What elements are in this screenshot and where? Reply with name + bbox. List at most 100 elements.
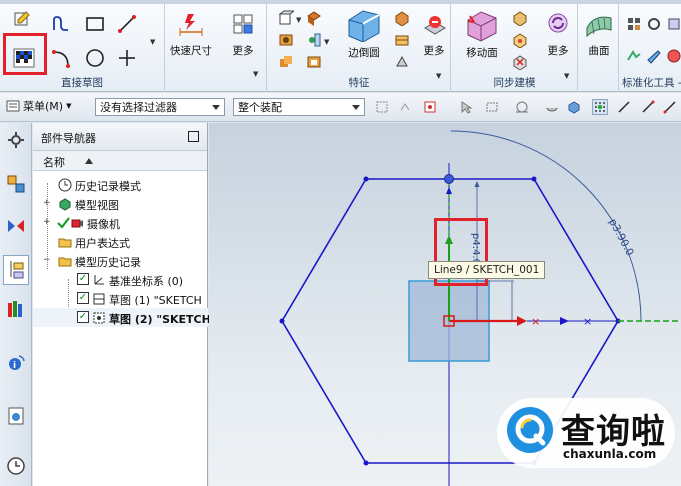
navigator-title: 部件导航器 bbox=[41, 132, 96, 145]
finish-sketch-highlight bbox=[3, 33, 47, 75]
snap-point-icon[interactable] bbox=[422, 99, 438, 115]
trim-body-icon[interactable] bbox=[392, 52, 412, 72]
assembly-navigator-icon[interactable] bbox=[5, 173, 27, 195]
more-feature-icon bbox=[419, 10, 449, 40]
surface-icon bbox=[584, 10, 614, 40]
assembly-scope-select[interactable]: 整个装配 bbox=[233, 98, 365, 116]
ribbon-group-standard: 标准化工具 - bbox=[620, 4, 681, 92]
standard-tool-1-icon[interactable] bbox=[624, 14, 644, 34]
dimension-diameter[interactable]: p3:90.0 bbox=[606, 217, 635, 258]
offset-region-icon[interactable] bbox=[510, 30, 530, 50]
history-clock-icon[interactable] bbox=[5, 455, 27, 477]
chamfer-icon[interactable] bbox=[392, 8, 412, 28]
reuse-library-icon[interactable] bbox=[5, 298, 27, 320]
standard-tool-4-icon[interactable] bbox=[624, 46, 644, 66]
maximize-icon[interactable] bbox=[188, 131, 199, 142]
web-browser-icon[interactable] bbox=[5, 405, 27, 427]
part-navigator-icon[interactable] bbox=[3, 255, 29, 285]
view-orient-icon[interactable] bbox=[544, 99, 560, 115]
pointer-icon[interactable] bbox=[458, 99, 474, 115]
edge-blend-icon bbox=[345, 8, 383, 42]
selected-line-end[interactable] bbox=[444, 174, 454, 184]
more-feature-button[interactable]: 更多 bbox=[412, 10, 456, 58]
menu-chevron-down-icon: ▼ bbox=[66, 102, 72, 110]
tree-item-datum-csys[interactable]: ✓ 基准坐标系 (0) bbox=[33, 270, 208, 289]
visibility-checkbox[interactable]: ✓ bbox=[77, 273, 89, 285]
folder-open-icon bbox=[57, 253, 72, 268]
more-grid-icon bbox=[228, 10, 258, 40]
selection-filter-select[interactable]: 没有选择过滤器 bbox=[95, 98, 225, 116]
surface-button[interactable]: 曲面 bbox=[577, 10, 621, 58]
x-axis-arrow bbox=[517, 316, 527, 326]
extrude-icon[interactable] bbox=[276, 8, 296, 28]
hole-icon[interactable] bbox=[276, 30, 296, 50]
collapse-minus-icon[interactable]: − bbox=[43, 255, 51, 265]
expand-plus-icon[interactable]: + bbox=[43, 198, 51, 208]
unite-icon[interactable] bbox=[276, 52, 296, 72]
more-sketch-down-icon[interactable]: ▼ bbox=[253, 70, 258, 78]
edge-blend-button[interactable]: 边倒圆 bbox=[342, 8, 386, 60]
snap-endpoint-icon[interactable] bbox=[662, 99, 678, 115]
group-label-sketch: 直接草图 bbox=[61, 77, 103, 89]
tree-item-sketch-2[interactable]: ✓ 草图 (2) "SKETCH bbox=[33, 308, 211, 327]
tree-item-model-views[interactable]: + 模型视图 bbox=[33, 194, 208, 213]
draft-icon[interactable] bbox=[392, 30, 412, 50]
expand-plus-icon[interactable]: + bbox=[43, 217, 51, 227]
ribbon-group-sync: 移动面 更多 ▼ 同步建模 bbox=[452, 4, 578, 92]
sketch-gallery-down-icon[interactable]: ▼ bbox=[150, 38, 155, 46]
feature-drop-2-icon[interactable]: ▼ bbox=[324, 38, 329, 46]
group-label-sync: 同步建模 bbox=[493, 77, 536, 89]
standard-tool-6-icon[interactable] bbox=[664, 46, 681, 66]
top-toolbar: 菜单(M) ▼ 没有选择过滤器 整个装配 bbox=[0, 93, 681, 122]
pull-face-icon[interactable] bbox=[510, 8, 530, 28]
navigator-header: 部件导航器 bbox=[33, 123, 207, 151]
more-sync-button[interactable]: 更多 bbox=[536, 10, 580, 58]
folder-icon bbox=[57, 234, 72, 249]
more-sketch-button[interactable]: 更多 bbox=[221, 10, 265, 58]
navigator-column-header[interactable]: 名称 bbox=[33, 151, 207, 171]
clock-icon bbox=[57, 177, 72, 192]
sort-ascending-icon bbox=[85, 158, 93, 164]
tree-item-model-history[interactable]: − 模型历史记录 bbox=[33, 251, 208, 270]
datum-icon[interactable] bbox=[304, 30, 324, 50]
sketch-icon[interactable] bbox=[12, 10, 32, 30]
circle-icon[interactable] bbox=[85, 48, 105, 68]
info-broadcast-icon[interactable]: i bbox=[5, 351, 27, 373]
standard-tool-5-icon[interactable] bbox=[644, 46, 664, 66]
tangent-icon[interactable] bbox=[514, 99, 530, 115]
rectangle-icon[interactable] bbox=[85, 14, 105, 34]
point-icon[interactable] bbox=[117, 48, 137, 68]
move-face-button[interactable]: 移动面 bbox=[460, 8, 504, 60]
sketch-active-icon bbox=[91, 310, 106, 325]
shell-icon[interactable] bbox=[304, 52, 324, 72]
constraint-navigator-icon[interactable] bbox=[5, 215, 27, 237]
standard-tool-2-icon[interactable] bbox=[644, 14, 664, 34]
shaded-icon[interactable] bbox=[566, 99, 582, 115]
tree-item-cameras[interactable]: + 摄像机 bbox=[33, 213, 208, 232]
settings-gear-icon[interactable] bbox=[5, 129, 27, 151]
visibility-checkbox[interactable]: ✓ bbox=[77, 292, 89, 304]
sketch-grid-icon[interactable] bbox=[592, 99, 608, 115]
snap-line-2-icon[interactable] bbox=[640, 99, 656, 115]
block-icon[interactable] bbox=[304, 8, 324, 28]
watermark-brand-en: chaxunla.com bbox=[563, 447, 657, 461]
rapid-dimension-button[interactable]: 快速尺寸 bbox=[169, 10, 213, 58]
more-sync-icon bbox=[543, 10, 573, 40]
menu-button[interactable]: 菜单(M) ▼ bbox=[6, 98, 71, 114]
search-logo-icon bbox=[507, 407, 553, 453]
standard-tool-3-icon[interactable] bbox=[664, 14, 681, 34]
profile-icon[interactable] bbox=[51, 14, 71, 34]
tree-item-history-mode[interactable]: 历史记录模式 bbox=[33, 175, 208, 194]
visibility-checkbox[interactable]: ✓ bbox=[77, 311, 89, 323]
watermark-brand-cn: 查询啦 bbox=[561, 412, 666, 452]
tree-item-user-expressions[interactable]: 用户表达式 bbox=[33, 232, 208, 251]
snap-line-icon[interactable] bbox=[616, 99, 632, 115]
snap-icon[interactable] bbox=[398, 99, 414, 115]
tree-item-sketch-1[interactable]: ✓ 草图 (1) "SKETCH bbox=[33, 289, 208, 308]
arc-icon[interactable] bbox=[51, 48, 71, 68]
line-icon[interactable] bbox=[117, 14, 137, 34]
delete-face-icon[interactable] bbox=[510, 52, 530, 72]
feature-drop-1-icon[interactable]: ▼ bbox=[296, 16, 301, 24]
select-all-icon[interactable] bbox=[374, 99, 390, 115]
lasso-select-icon[interactable] bbox=[484, 99, 500, 115]
